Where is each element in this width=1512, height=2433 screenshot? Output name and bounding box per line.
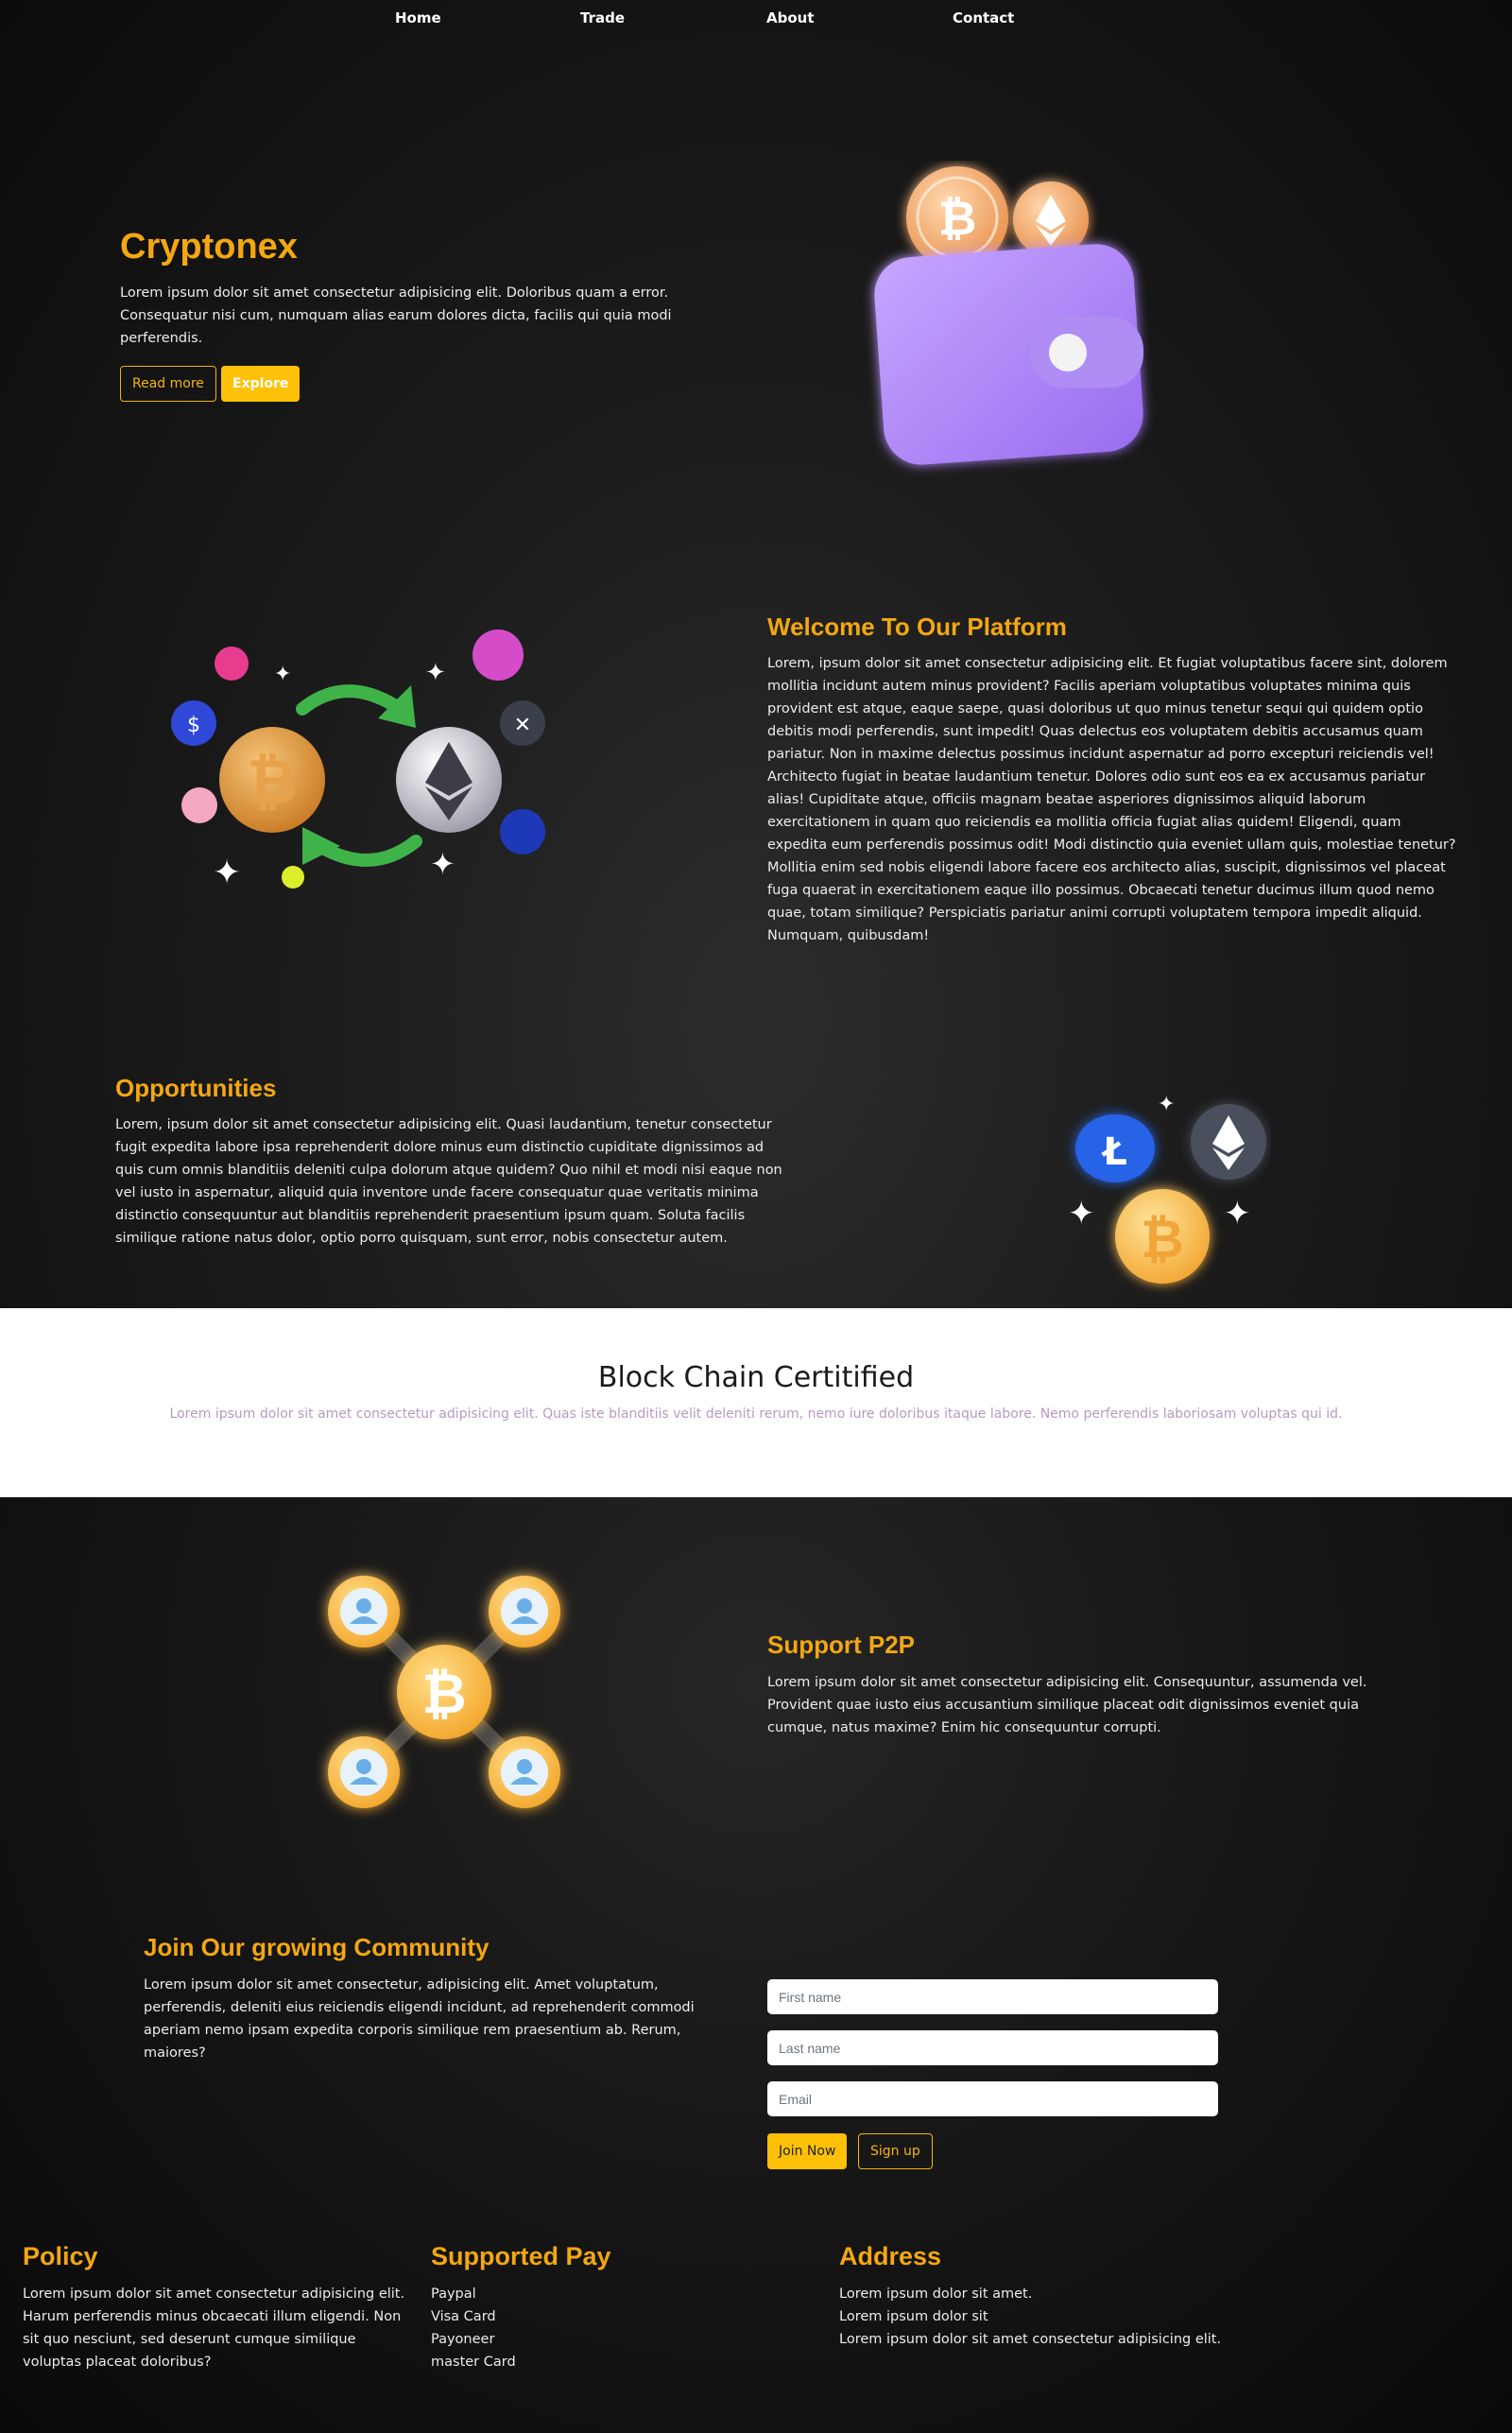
svg-text:₿: ₿ <box>247 746 298 819</box>
crypto-exchange-icon: ₿ $ ✕ ✦ ✦ ✦ ✦ <box>161 624 558 907</box>
pay-item-payoneer: Payoneer <box>431 2332 495 2347</box>
pay-item-mastercard: master Card <box>431 2355 516 2370</box>
svg-text:✦: ✦ <box>430 846 455 882</box>
opportunities-text: Lorem, ipsum dolor sit amet consectetur … <box>115 1117 782 1246</box>
welcome-text: Lorem, ipsum dolor sit amet consectetur … <box>767 656 1456 943</box>
community-text: Lorem ipsum dolor sit amet consectetur, … <box>144 1977 695 2061</box>
wallet-icon: ₿ <box>850 161 1172 482</box>
policy-text: Lorem ipsum dolor sit amet consectetur a… <box>23 2286 405 2370</box>
svg-text:✦: ✦ <box>213 854 241 892</box>
svg-text:₿: ₿ <box>938 191 977 246</box>
svg-text:✦: ✦ <box>1158 1093 1175 1116</box>
svg-text:Ł: Ł <box>1101 1130 1127 1174</box>
hero-text: Lorem ipsum dolor sit amet consectetur a… <box>120 285 672 346</box>
email-input[interactable] <box>767 2081 1218 2116</box>
read-more-button[interactable]: Read more <box>120 366 216 402</box>
hero-title: Cryptonex <box>120 227 298 267</box>
p2p-network-icon: ₿ <box>312 1560 576 1824</box>
pay-item-visa: Visa Card <box>431 2309 496 2324</box>
certified-text: Lorem ipsum dolor sit amet consectetur a… <box>169 1406 1343 1422</box>
address-line: Lorem ipsum dolor sit <box>839 2309 988 2324</box>
coins-icon: Ł ₿ ✦ ✦ ✦ <box>1063 1087 1271 1295</box>
explore-button[interactable]: Explore <box>221 366 301 402</box>
svg-text:₿: ₿ <box>1141 1209 1184 1270</box>
sign-up-button[interactable]: Sign up <box>858 2133 933 2169</box>
certified-title: Block Chain Certitified <box>597 1361 915 1394</box>
svg-text:✦: ✦ <box>425 659 446 687</box>
nav-contact[interactable]: Contact <box>953 9 1014 26</box>
first-name-input[interactable] <box>767 1979 1218 2014</box>
svg-text:$: $ <box>187 714 200 737</box>
last-name-input[interactable] <box>767 2030 1218 2065</box>
svg-text:✕: ✕ <box>514 714 531 737</box>
svg-text:₿: ₿ <box>421 1662 466 1726</box>
address-line: Lorem ipsum dolor sit amet. <box>839 2286 1033 2302</box>
svg-text:✦: ✦ <box>274 663 291 686</box>
nav-trade[interactable]: Trade <box>580 9 625 26</box>
opportunities-title: Opportunities <box>115 1074 277 1102</box>
p2p-title: Support P2P <box>767 1631 916 1659</box>
pay-item-paypal: Paypal <box>431 2286 476 2302</box>
address-title: Address <box>839 2242 942 2270</box>
nav-about[interactable]: About <box>766 9 815 26</box>
address-line: Lorem ipsum dolor sit amet consectetur a… <box>839 2332 1222 2347</box>
supported-pay-title: Supported Pay <box>431 2242 611 2270</box>
svg-text:✦: ✦ <box>1068 1195 1095 1233</box>
top-nav: Home Trade About Contact <box>0 0 1512 36</box>
community-title: Join Our growing Community <box>144 1933 490 1961</box>
welcome-title: Welcome To Our Platform <box>767 613 1067 641</box>
join-now-button[interactable]: Join Now <box>767 2133 848 2169</box>
p2p-text: Lorem ipsum dolor sit amet consectetur a… <box>767 1675 1367 1735</box>
address-list: Lorem ipsum dolor sit amet. Lorem ipsum … <box>839 2283 1221 2351</box>
policy-title: Policy <box>23 2242 98 2270</box>
pay-list: Paypal Visa Card Payoneer master Card <box>431 2283 516 2373</box>
svg-text:✦: ✦ <box>1224 1195 1251 1233</box>
certified-section <box>0 1308 1512 1497</box>
nav-home[interactable]: Home <box>395 9 441 26</box>
